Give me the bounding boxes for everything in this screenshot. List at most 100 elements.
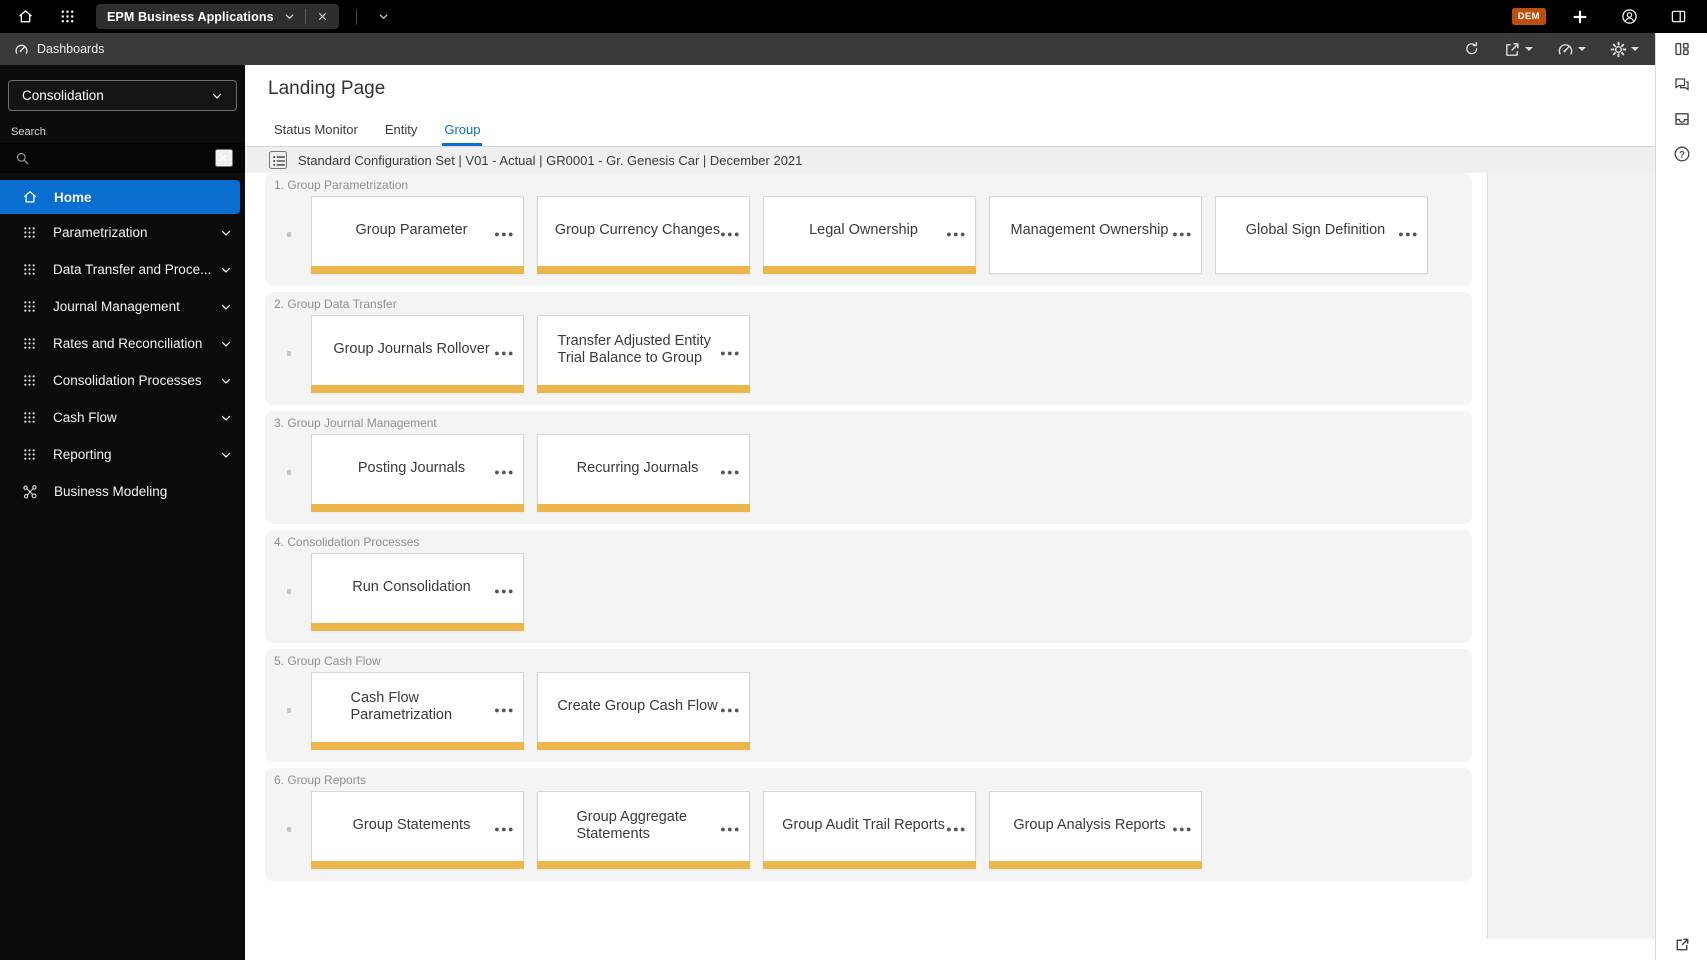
layout-panel-button[interactable]	[1673, 40, 1691, 58]
breadcrumb-label: Dashboards	[37, 42, 105, 56]
card-more-button[interactable]: ●●●	[720, 824, 741, 834]
input-controls-button[interactable]	[269, 151, 287, 169]
sidebar-item-rates-reconciliation[interactable]: Rates and Reconciliation	[0, 325, 245, 362]
jump-to-button[interactable]	[1557, 41, 1586, 58]
chevron-down-icon	[219, 337, 233, 351]
card-status-bar	[311, 623, 524, 631]
tab-entity[interactable]: Entity	[385, 113, 418, 146]
card-group-aggregate-statements[interactable]: Group Aggregate Statements ●●●	[537, 791, 750, 869]
card-title: Group Currency Changes	[554, 222, 721, 239]
card-more-button[interactable]: ●●●	[494, 705, 515, 715]
card-status-bar	[989, 861, 1202, 869]
share-icon	[1504, 41, 1521, 58]
card-group-currency-changes[interactable]: Group Currency Changes ●●●	[537, 196, 750, 274]
sidebar-item-journal-management[interactable]: Journal Management	[0, 288, 245, 325]
card-create-group-cash-flow[interactable]: Create Group Cash Flow ●●●	[537, 672, 750, 750]
context-selector[interactable]: Consolidation	[8, 80, 237, 111]
chevron-down-icon	[219, 300, 233, 314]
search-clear-button[interactable]	[215, 149, 233, 167]
card-more-button[interactable]: ●●●	[720, 229, 741, 239]
card-group-audit-trail-reports[interactable]: Group Audit Trail Reports ●●●	[763, 791, 976, 869]
card-status-bar	[311, 861, 524, 869]
card-more-button[interactable]: ●●●	[494, 586, 515, 596]
search-label: Search	[11, 126, 46, 138]
card-group-parameter[interactable]: Group Parameter ●●●	[311, 196, 524, 274]
side-panel-toggle-button[interactable]	[1663, 4, 1693, 30]
section-label: 3. Group Journal Management	[274, 416, 437, 430]
sidebar-item-business-modeling[interactable]: Business Modeling	[0, 473, 245, 510]
card-title: Posting Journals	[357, 460, 466, 477]
tab-group[interactable]: Group	[442, 113, 483, 146]
open-external-button[interactable]	[1674, 936, 1691, 953]
inbox-icon	[1673, 110, 1691, 128]
app-tab[interactable]: EPM Business Applications	[96, 4, 339, 29]
sidebar-item-cash-flow[interactable]: Cash Flow	[0, 399, 245, 436]
help-icon	[1673, 145, 1691, 163]
card-cash-flow-parametrization[interactable]: Cash Flow Parametrization ●●●	[311, 672, 524, 750]
card-title: Create Group Cash Flow	[557, 698, 718, 715]
card-more-button[interactable]: ●●●	[494, 467, 515, 477]
page-tabs: Status Monitor Entity Group	[274, 113, 1655, 146]
sidebar-item-home[interactable]: Home	[0, 180, 240, 214]
card-more-button[interactable]: ●●●	[494, 348, 515, 358]
sidebar-nav: Home Parametrization Data Transfer and P…	[0, 180, 245, 510]
card-more-button[interactable]: ●●●	[494, 229, 515, 239]
sidebar-item-label: Business Modeling	[54, 484, 168, 499]
chevron-down-icon	[219, 411, 233, 425]
card-more-button[interactable]: ●●●	[494, 824, 515, 834]
sidebar-item-label: Consolidation Processes	[53, 373, 202, 388]
card-more-button[interactable]: ●●●	[1172, 229, 1193, 239]
card-more-button[interactable]: ●●●	[1398, 229, 1419, 239]
card-more-button[interactable]: ●●●	[720, 348, 741, 358]
section-group-journal-management: 3. Group Journal Management Posting Jour…	[265, 411, 1472, 524]
close-icon	[217, 152, 229, 164]
tabstrip-divider	[355, 8, 357, 25]
card-more-button[interactable]: ●●●	[720, 467, 741, 477]
card-more-button[interactable]: ●●●	[946, 824, 967, 834]
card-recurring-journals[interactable]: Recurring Journals ●●●	[537, 434, 750, 512]
sidebar-item-data-transfer[interactable]: Data Transfer and Proce...	[0, 251, 245, 288]
section-handle	[287, 827, 291, 832]
card-management-ownership[interactable]: Management Ownership ●●●	[989, 196, 1202, 274]
network-icon	[22, 484, 38, 500]
card-legal-ownership[interactable]: Legal Ownership ●●●	[763, 196, 976, 274]
card-group-analysis-reports[interactable]: Group Analysis Reports ●●●	[989, 791, 1202, 869]
tab-menu-button[interactable]	[283, 10, 296, 23]
section-label: 2. Group Data Transfer	[274, 297, 397, 311]
card-more-button[interactable]: ●●●	[946, 229, 967, 239]
card-global-sign-definition[interactable]: Global Sign Definition ●●●	[1215, 196, 1428, 274]
account-button[interactable]	[1614, 4, 1644, 30]
card-more-button[interactable]: ●●●	[720, 705, 741, 715]
card-status-bar	[537, 861, 750, 869]
main-content: Landing Page Status Monitor Entity Group…	[245, 65, 1655, 960]
sidebar-item-parametrization[interactable]: Parametrization	[0, 214, 245, 251]
card-status-bar	[537, 504, 750, 512]
chevron-down-icon	[219, 374, 233, 388]
card-transfer-adjusted-entity-trial-balance[interactable]: Transfer Adjusted Entity Trial Balance t…	[537, 315, 750, 393]
card-posting-journals[interactable]: Posting Journals ●●●	[311, 434, 524, 512]
sidebar-item-consolidation-processes[interactable]: Consolidation Processes	[0, 362, 245, 399]
card-status-bar	[763, 266, 976, 274]
card-title: Group Parameter	[355, 222, 468, 239]
chevron-down-icon	[210, 89, 224, 103]
settings-button[interactable]	[1610, 41, 1639, 58]
card-run-consolidation[interactable]: Run Consolidation ●●●	[311, 553, 524, 631]
sidebar-item-reporting[interactable]: Reporting	[0, 436, 245, 473]
refresh-button[interactable]	[1464, 41, 1480, 57]
share-button[interactable]	[1504, 41, 1533, 58]
search-input[interactable]	[39, 150, 215, 166]
inbox-button[interactable]	[1673, 110, 1691, 128]
tab-close-button[interactable]	[315, 9, 331, 25]
card-group-statements[interactable]: Group Statements ●●●	[311, 791, 524, 869]
comments-button[interactable]	[1673, 75, 1691, 93]
sidebar-item-label: Reporting	[53, 447, 112, 462]
card-more-button[interactable]: ●●●	[1172, 824, 1193, 834]
add-button[interactable]	[1565, 4, 1595, 30]
home-button[interactable]	[10, 4, 40, 30]
help-button[interactable]	[1673, 145, 1691, 163]
card-group-journals-rollover[interactable]: Group Journals Rollover ●●●	[311, 315, 524, 393]
tab-status-monitor[interactable]: Status Monitor	[274, 113, 358, 146]
app-switcher-button[interactable]	[52, 4, 82, 30]
tab-overflow-button[interactable]	[369, 4, 399, 30]
card-title: Legal Ownership	[809, 222, 918, 239]
